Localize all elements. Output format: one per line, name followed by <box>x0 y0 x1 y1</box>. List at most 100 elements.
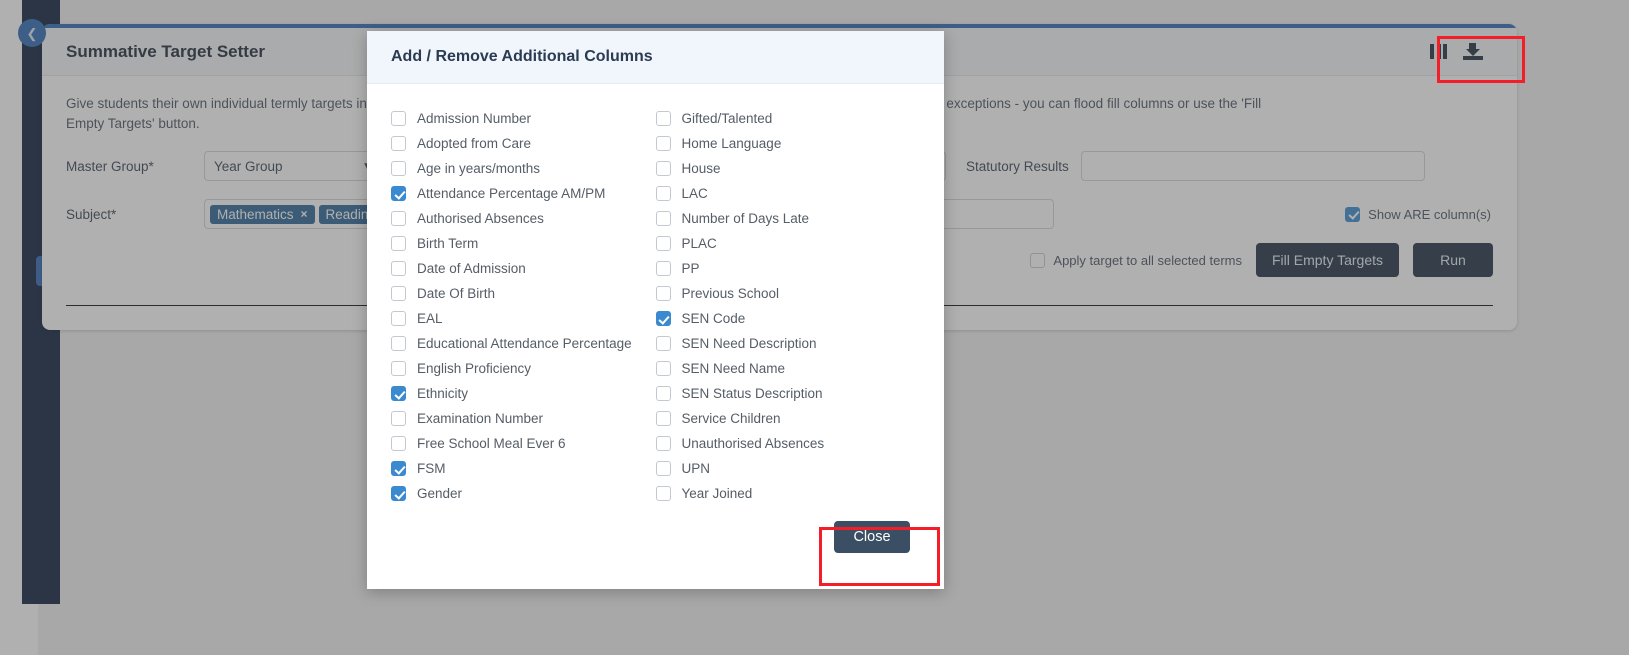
column-option-row[interactable]: Free School Meal Ever 6 <box>391 431 656 456</box>
column-option-row[interactable]: Educational Attendance Percentage <box>391 331 656 356</box>
column-option-label: SEN Need Name <box>682 361 786 376</box>
column-option-label: Number of Days Late <box>682 211 810 226</box>
column-option-row[interactable]: Previous School <box>656 281 921 306</box>
column-option-label: Ethnicity <box>417 386 468 401</box>
column-option-checkbox[interactable] <box>656 111 671 126</box>
column-option-checkbox[interactable] <box>391 311 406 326</box>
column-option-label: LAC <box>682 186 708 201</box>
column-option-row[interactable]: FSM <box>391 456 656 481</box>
column-option-checkbox[interactable] <box>391 386 406 401</box>
column-option-label: Gifted/Talented <box>682 111 773 126</box>
column-option-checkbox[interactable] <box>656 236 671 251</box>
column-option-checkbox[interactable] <box>656 411 671 426</box>
column-option-row[interactable]: PP <box>656 256 921 281</box>
column-option-label: Attendance Percentage AM/PM <box>417 186 605 201</box>
column-option-checkbox[interactable] <box>656 261 671 276</box>
column-option-checkbox[interactable] <box>391 186 406 201</box>
column-option-checkbox[interactable] <box>656 211 671 226</box>
column-option-checkbox[interactable] <box>391 486 406 501</box>
column-option-checkbox[interactable] <box>391 336 406 351</box>
column-option-checkbox[interactable] <box>391 211 406 226</box>
column-option-checkbox[interactable] <box>391 286 406 301</box>
column-option-row[interactable]: Unauthorised Absences <box>656 431 921 456</box>
column-option-label: Adopted from Care <box>417 136 531 151</box>
column-option-row[interactable]: Gender <box>391 481 656 506</box>
column-option-checkbox[interactable] <box>656 461 671 476</box>
column-option-row[interactable]: Number of Days Late <box>656 206 921 231</box>
column-option-row[interactable]: LAC <box>656 181 921 206</box>
column-option-label: Educational Attendance Percentage <box>417 336 632 351</box>
column-option-checkbox[interactable] <box>391 436 406 451</box>
column-option-checkbox[interactable] <box>391 236 406 251</box>
column-option-row[interactable]: Date Of Birth <box>391 281 656 306</box>
column-option-label: Birth Term <box>417 236 478 251</box>
column-option-checkbox[interactable] <box>656 336 671 351</box>
column-option-row[interactable]: Ethnicity <box>391 381 656 406</box>
column-option-label: Admission Number <box>417 111 531 126</box>
column-option-label: EAL <box>417 311 443 326</box>
modal-header: Add / Remove Additional Columns <box>367 31 944 84</box>
column-option-row[interactable]: EAL <box>391 306 656 331</box>
screen-root: ❮ Summative Target Setter Give students … <box>0 0 1629 655</box>
column-option-checkbox[interactable] <box>656 286 671 301</box>
column-option-label: Date of Admission <box>417 261 526 276</box>
column-option-label: Authorised Absences <box>417 211 544 226</box>
left-checkbox-column: Admission Number Adopted from Care Age in … <box>391 106 656 506</box>
column-option-label: UPN <box>682 461 711 476</box>
column-option-label: Home Language <box>682 136 782 151</box>
column-option-label: SEN Code <box>682 311 746 326</box>
column-option-checkbox[interactable] <box>656 436 671 451</box>
column-option-row[interactable]: Gifted/Talented <box>656 106 921 131</box>
column-option-checkbox[interactable] <box>656 311 671 326</box>
column-option-row[interactable]: SEN Status Description <box>656 381 921 406</box>
column-option-label: FSM <box>417 461 446 476</box>
column-option-label: Year Joined <box>682 486 753 501</box>
column-option-label: Gender <box>417 486 462 501</box>
column-option-checkbox[interactable] <box>656 486 671 501</box>
column-option-checkbox[interactable] <box>656 186 671 201</box>
column-option-row[interactable]: SEN Code <box>656 306 921 331</box>
column-option-label: Examination Number <box>417 411 543 426</box>
column-option-checkbox[interactable] <box>391 136 406 151</box>
column-option-row[interactable]: Birth Term <box>391 231 656 256</box>
modal-title: Add / Remove Additional Columns <box>391 48 653 66</box>
column-option-checkbox[interactable] <box>656 386 671 401</box>
column-option-row[interactable]: House <box>656 156 921 181</box>
column-option-row[interactable]: Adopted from Care <box>391 131 656 156</box>
column-option-row[interactable]: Year Joined <box>656 481 921 506</box>
column-option-checkbox[interactable] <box>656 161 671 176</box>
column-option-row[interactable]: Examination Number <box>391 406 656 431</box>
column-option-label: Previous School <box>682 286 780 301</box>
column-option-label: House <box>682 161 721 176</box>
column-option-row[interactable]: Admission Number <box>391 106 656 131</box>
column-option-checkbox[interactable] <box>656 361 671 376</box>
column-option-row[interactable]: Authorised Absences <box>391 206 656 231</box>
close-button[interactable]: Close <box>834 521 910 553</box>
column-option-checkbox[interactable] <box>391 411 406 426</box>
column-option-row[interactable]: Date of Admission <box>391 256 656 281</box>
column-option-checkbox[interactable] <box>391 111 406 126</box>
column-option-label: English Proficiency <box>417 361 531 376</box>
column-option-checkbox[interactable] <box>391 261 406 276</box>
column-option-checkbox[interactable] <box>391 461 406 476</box>
column-option-row[interactable]: Age in years/months <box>391 156 656 181</box>
column-option-label: Service Children <box>682 411 781 426</box>
column-option-row[interactable]: Service Children <box>656 406 921 431</box>
add-remove-columns-modal: Add / Remove Additional Columns Admissio… <box>367 31 944 589</box>
column-option-label: PLAC <box>682 236 717 251</box>
column-option-checkbox[interactable] <box>391 361 406 376</box>
column-option-row[interactable]: PLAC <box>656 231 921 256</box>
column-option-label: Date Of Birth <box>417 286 495 301</box>
column-option-row[interactable]: Attendance Percentage AM/PM <box>391 181 656 206</box>
column-option-row[interactable]: English Proficiency <box>391 356 656 381</box>
column-option-checkbox[interactable] <box>391 161 406 176</box>
column-option-checkbox[interactable] <box>656 136 671 151</box>
column-option-row[interactable]: Home Language <box>656 131 921 156</box>
column-option-row[interactable]: SEN Need Name <box>656 356 921 381</box>
column-option-label: SEN Need Description <box>682 336 817 351</box>
modal-footer: Close <box>367 507 944 589</box>
column-option-label: SEN Status Description <box>682 386 823 401</box>
column-option-row[interactable]: UPN <box>656 456 921 481</box>
modal-body: Admission Number Adopted from Care Age in … <box>367 84 944 506</box>
column-option-row[interactable]: SEN Need Description <box>656 331 921 356</box>
